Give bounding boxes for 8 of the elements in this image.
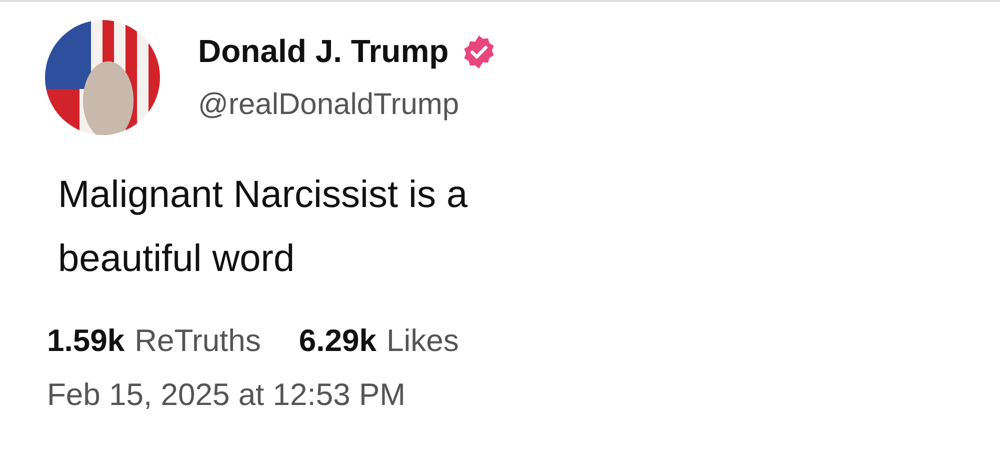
author-handle[interactable]: @realDonaldTrump [198,88,497,122]
stat-count: 1.59k [47,323,125,359]
author-name[interactable]: Donald J. Trump [198,33,449,70]
stat-label[interactable]: Likes [386,323,459,359]
stat-label[interactable]: ReTruths [134,323,261,359]
post-text: Malignant Narcissist is a beautiful word [58,173,469,282]
stat-count: 6.29k [298,323,376,359]
post-timestamp: Feb 15, 2025 at 12:53 PM [47,377,406,413]
